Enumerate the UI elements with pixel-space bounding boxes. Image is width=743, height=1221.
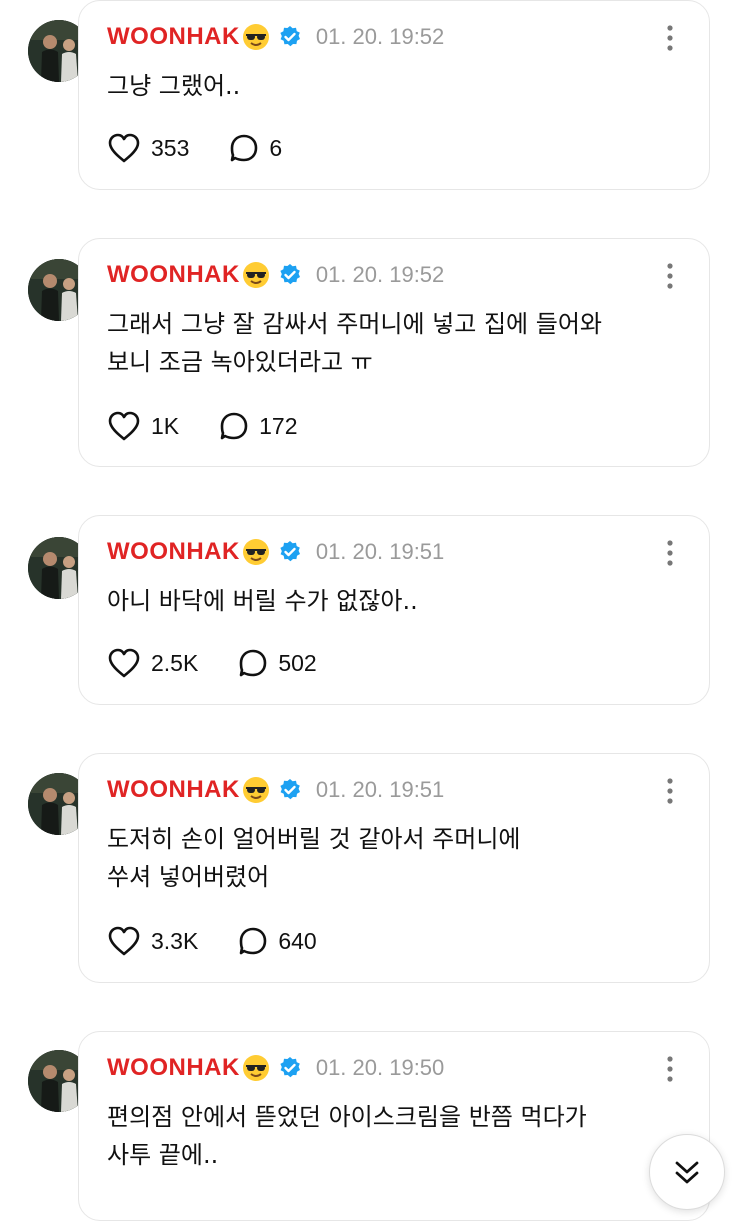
post-stats: 3.3K 640 — [107, 926, 317, 956]
like-button[interactable]: 2.5K — [107, 648, 198, 678]
more-options-icon[interactable] — [665, 778, 675, 804]
comment-button[interactable]: 502 — [238, 648, 317, 678]
comment-count: 502 — [278, 649, 317, 676]
post-stats: 1K 172 — [107, 411, 298, 441]
more-options-icon[interactable] — [665, 540, 675, 566]
post-card[interactable]: WOONHAK 01. 20. 19:52 그냥 그랬어.. 353 6 — [78, 0, 710, 190]
comment-count: 640 — [278, 927, 317, 954]
post-text: 아니 바닥에 버릴 수가 없잖아.. — [107, 587, 418, 615]
heart-icon — [108, 648, 140, 678]
speech-bubble-icon — [220, 412, 248, 440]
comment-count: 6 — [269, 134, 283, 161]
post-header: WOONHAK 01. 20. 19:52 — [107, 259, 444, 291]
sunglasses-emoji-icon — [242, 261, 270, 289]
post-header: WOONHAK 01. 20. 19:51 — [107, 774, 444, 806]
like-button[interactable]: 353 — [107, 133, 189, 163]
username[interactable]: WOONHAK — [107, 261, 240, 289]
post-card[interactable]: WOONHAK 01. 20. 19:51 도저히 손이 얼어버릴 것 같아서 … — [78, 753, 710, 983]
verified-badge-icon — [278, 263, 302, 287]
comment-button[interactable]: 6 — [229, 133, 282, 163]
post-text: 그래서 그냥 잘 감싸서 주머니에 넣고 집에 들어와 보니 조금 녹아있더라고… — [107, 310, 603, 376]
heart-icon — [108, 133, 140, 163]
post-text: 그냥 그랬어.. — [107, 72, 241, 100]
username[interactable]: WOONHAK — [107, 776, 240, 804]
post-header: WOONHAK 01. 20. 19:50 — [107, 1052, 444, 1084]
post-text: 편의점 안에서 뜯었던 아이스크림을 반쯤 먹다가 사투 끝에.. — [107, 1103, 587, 1169]
timestamp: 01. 20. 19:51 — [315, 539, 445, 564]
like-count: 3.3K — [151, 927, 199, 954]
post-stats: 2.5K 502 — [107, 648, 317, 678]
post-card[interactable]: WOONHAK 01. 20. 19:50 편의점 안에서 뜯었던 아이스크림을… — [78, 1031, 710, 1221]
sunglasses-emoji-icon — [242, 1054, 270, 1082]
post-header: WOONHAK 01. 20. 19:52 — [107, 21, 444, 53]
verified-badge-icon — [278, 25, 302, 49]
verified-badge-icon — [278, 778, 302, 802]
sunglasses-emoji-icon — [242, 23, 270, 51]
speech-bubble-icon — [240, 649, 267, 677]
like-count: 1K — [151, 412, 180, 439]
verified-badge-icon — [278, 540, 302, 564]
comment-button[interactable]: 640 — [238, 926, 317, 956]
post-card[interactable]: WOONHAK 01. 20. 19:51 아니 바닥에 버릴 수가 없잖아.. — [78, 515, 710, 705]
verified-badge-icon — [278, 1056, 302, 1080]
timestamp: 01. 20. 19:51 — [315, 777, 445, 802]
post-stats: 353 6 — [107, 133, 282, 163]
speech-bubble-icon — [240, 927, 267, 955]
heart-icon — [108, 411, 140, 441]
post-text: 도저히 손이 얼어버릴 것 같아서 주머니에 쑤셔 넣어버렸어 — [107, 825, 521, 891]
comment-button[interactable]: 172 — [219, 411, 298, 441]
like-count: 353 — [151, 134, 190, 161]
timestamp: 01. 20. 19:52 — [315, 24, 445, 49]
more-options-icon[interactable] — [665, 263, 675, 289]
username[interactable]: WOONHAK — [107, 1054, 240, 1082]
like-button[interactable]: 3.3K — [107, 926, 198, 956]
timestamp: 01. 20. 19:50 — [315, 1055, 445, 1080]
scroll-down-button[interactable] — [649, 1134, 725, 1210]
sunglasses-emoji-icon — [242, 776, 270, 804]
sunglasses-emoji-icon — [242, 538, 270, 566]
like-count: 2.5K — [151, 649, 199, 676]
double-chevron-down-icon — [675, 1161, 699, 1184]
post-header: WOONHAK 01. 20. 19:51 — [107, 536, 444, 568]
username[interactable]: WOONHAK — [107, 538, 240, 566]
more-options-icon[interactable] — [665, 1056, 675, 1082]
post-card[interactable]: WOONHAK 01. 20. 19:52 그래서 그냥 잘 감싸서 주머니에 … — [78, 238, 710, 467]
like-button[interactable]: 1K — [107, 411, 179, 441]
heart-icon — [108, 926, 140, 956]
speech-bubble-icon — [231, 134, 258, 162]
more-options-icon[interactable] — [665, 25, 675, 51]
username[interactable]: WOONHAK — [107, 23, 240, 51]
comment-count: 172 — [259, 412, 298, 439]
timestamp: 01. 20. 19:52 — [315, 262, 445, 287]
